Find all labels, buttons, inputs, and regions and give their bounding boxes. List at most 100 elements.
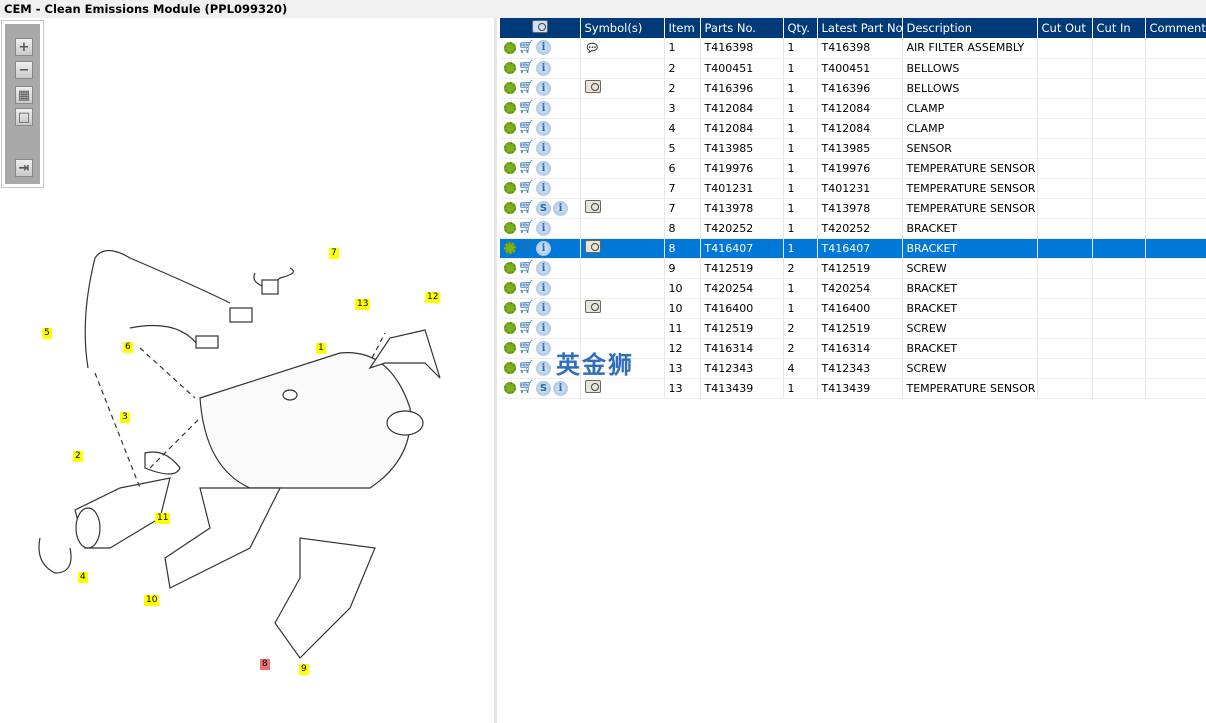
gear-icon[interactable] bbox=[504, 182, 516, 194]
info-icon[interactable]: i bbox=[536, 240, 551, 256]
table-row[interactable]: 🛒︎ i 11 T412519 2 T412519 SCREW bbox=[500, 318, 1206, 339]
table-row[interactable]: 🛒︎ Si 7 T413978 1 T413978 TEMPERATURE SEN… bbox=[500, 198, 1206, 219]
info-icon[interactable]: i bbox=[536, 160, 551, 176]
gear-icon[interactable] bbox=[504, 62, 516, 74]
table-row[interactable]: 🛒︎ i 9 T412519 2 T412519 SCREW bbox=[500, 258, 1206, 279]
column-header-item[interactable]: Item bbox=[664, 18, 701, 38]
column-header-qty-[interactable]: Qty. bbox=[783, 18, 818, 38]
info-icon[interactable]: i bbox=[536, 180, 551, 196]
gear-icon[interactable] bbox=[504, 222, 516, 234]
cart-icon[interactable]: 🛒︎ bbox=[518, 281, 535, 294]
gear-icon[interactable] bbox=[504, 282, 516, 294]
column-header-description[interactable]: Description bbox=[902, 18, 1038, 38]
callout-3[interactable]: 3 bbox=[120, 412, 130, 423]
callout-5[interactable]: 5 bbox=[42, 328, 52, 339]
table-row[interactable]: 🛒︎ i 8 T416407 1 T416407 BRACKET bbox=[500, 238, 1206, 259]
callout-6[interactable]: 6 bbox=[123, 342, 133, 353]
table-row[interactable]: 🛒︎ i 2 T400451 1 T400451 BELLOWS bbox=[500, 58, 1206, 79]
table-row[interactable]: 🛒︎ i 7 T401231 1 T401231 TEMPERATURE SENS… bbox=[500, 178, 1206, 199]
cart-icon[interactable]: 🛒︎ bbox=[518, 301, 535, 314]
column-header-cut-out[interactable]: Cut Out bbox=[1037, 18, 1093, 38]
zoom-out-button[interactable]: − bbox=[15, 61, 33, 79]
fit-all-button[interactable]: ▦ bbox=[15, 86, 33, 104]
book-magnifier-icon[interactable] bbox=[584, 80, 601, 93]
info-icon[interactable]: i bbox=[536, 280, 551, 296]
callout-9[interactable]: 9 bbox=[299, 664, 309, 675]
cart-icon[interactable]: 🛒︎ bbox=[518, 81, 535, 94]
gear-icon[interactable] bbox=[504, 242, 516, 254]
gear-icon[interactable] bbox=[504, 342, 516, 354]
table-row[interactable]: 🛒︎ i 3 T412084 1 T412084 CLAMP bbox=[500, 98, 1206, 119]
cart-icon[interactable]: 🛒︎ bbox=[518, 61, 535, 74]
cart-icon[interactable]: 🛒︎ bbox=[518, 101, 535, 114]
table-row[interactable]: 🛒︎ Si 13 T413439 1 T413439 TEMPERATURE SE… bbox=[500, 378, 1206, 399]
gear-icon[interactable] bbox=[504, 382, 516, 394]
cart-icon[interactable]: 🛒︎ bbox=[518, 261, 535, 274]
column-header-preview[interactable] bbox=[500, 18, 581, 38]
column-header-parts-no-[interactable]: Parts No. bbox=[700, 18, 784, 38]
callout-4[interactable]: 4 bbox=[78, 572, 88, 583]
column-header-cut-in[interactable]: Cut In bbox=[1092, 18, 1146, 38]
table-row[interactable]: 🛒︎ i 10 T420254 1 T420254 BRACKET bbox=[500, 278, 1206, 299]
column-header-symbol-s-[interactable]: Symbol(s) bbox=[580, 18, 665, 38]
gear-icon[interactable] bbox=[504, 362, 516, 374]
info-icon[interactable]: i bbox=[536, 80, 551, 96]
table-row[interactable]: 🛒︎ i 5 T413985 1 T413985 SENSOR bbox=[500, 138, 1206, 159]
exploded-parts-diagram[interactable] bbox=[0, 218, 497, 718]
supersession-icon[interactable]: S bbox=[536, 200, 551, 216]
callout-13[interactable]: 13 bbox=[355, 299, 371, 310]
info-icon[interactable]: i bbox=[536, 140, 551, 156]
callout-1[interactable]: 1 bbox=[316, 343, 326, 354]
info-icon[interactable]: i bbox=[536, 320, 551, 336]
info-icon[interactable]: i bbox=[553, 380, 568, 396]
callout-8[interactable]: 8 bbox=[260, 659, 270, 670]
column-header-latest-part-no-[interactable]: Latest Part No. bbox=[817, 18, 903, 38]
actual-size-button[interactable]: □ bbox=[15, 108, 33, 126]
cart-icon[interactable]: 🛒︎ bbox=[518, 361, 535, 374]
callout-11[interactable]: 11 bbox=[155, 513, 171, 524]
gear-icon[interactable] bbox=[504, 202, 516, 214]
cart-icon[interactable]: 🛒︎ bbox=[518, 201, 535, 214]
info-icon[interactable]: i bbox=[536, 340, 551, 356]
gear-icon[interactable] bbox=[504, 162, 516, 174]
table-row[interactable]: 🛒︎ i 10 T416400 1 T416400 BRACKET bbox=[500, 298, 1206, 319]
info-icon[interactable]: i bbox=[536, 120, 551, 136]
cart-icon[interactable]: 🛒︎ bbox=[518, 141, 535, 154]
cart-icon[interactable]: 🛒︎ bbox=[518, 321, 535, 334]
callout-10[interactable]: 10 bbox=[144, 595, 160, 606]
gear-icon[interactable] bbox=[504, 322, 516, 334]
gear-icon[interactable] bbox=[504, 102, 516, 114]
table-row[interactable]: 🛒︎ i 2 T416396 1 T416396 BELLOWS bbox=[500, 78, 1206, 99]
cart-icon[interactable]: 🛒︎ bbox=[518, 341, 535, 354]
table-row[interactable]: 🛒︎ i 8 T420252 1 T420252 BRACKET bbox=[500, 218, 1206, 239]
info-icon[interactable]: i bbox=[536, 300, 551, 316]
info-icon[interactable]: i bbox=[553, 200, 568, 216]
book-magnifier-icon[interactable] bbox=[584, 380, 601, 393]
gear-icon[interactable] bbox=[504, 41, 516, 54]
cart-icon[interactable]: 🛒︎ bbox=[518, 381, 535, 394]
toggle-list-button[interactable]: ⇥ bbox=[15, 159, 33, 177]
cart-icon[interactable]: 🛒︎ bbox=[518, 241, 535, 254]
cart-icon[interactable]: 🛒︎ bbox=[518, 181, 535, 194]
info-icon[interactable]: i bbox=[536, 360, 551, 376]
table-row[interactable]: 🛒︎ i 6 T419976 1 T419976 TEMPERATURE SENS… bbox=[500, 158, 1206, 179]
gear-icon[interactable] bbox=[504, 82, 516, 94]
cart-icon[interactable]: 🛒︎ bbox=[518, 161, 535, 174]
info-icon[interactable]: i bbox=[536, 220, 551, 236]
supersession-icon[interactable]: S bbox=[536, 380, 551, 396]
callout-12[interactable]: 12 bbox=[425, 292, 441, 303]
table-row[interactable]: 🛒︎ i 💬︎ 1 T416398 1 T416398 AIR FILTER AS… bbox=[500, 38, 1206, 59]
info-icon[interactable]: i bbox=[536, 60, 551, 76]
table-row[interactable]: 🛒︎ i 4 T412084 1 T412084 CLAMP bbox=[500, 118, 1206, 139]
gear-icon[interactable] bbox=[504, 142, 516, 154]
cart-icon[interactable]: 🛒︎ bbox=[518, 41, 535, 54]
column-header-comment[interactable]: Comment bbox=[1145, 18, 1206, 38]
book-magnifier-icon[interactable] bbox=[584, 300, 601, 313]
book-magnifier-icon[interactable] bbox=[584, 200, 601, 213]
callout-7[interactable]: 7 bbox=[329, 248, 339, 259]
gear-icon[interactable] bbox=[504, 122, 516, 134]
zoom-in-button[interactable]: + bbox=[15, 38, 33, 56]
diagram-panel[interactable]: + − ▦ □ ⇥ 7 13 12 1 5 6 3 2 11 4 10 8 9 bbox=[0, 18, 497, 723]
info-icon[interactable]: i bbox=[536, 260, 551, 276]
gear-icon[interactable] bbox=[504, 262, 516, 274]
